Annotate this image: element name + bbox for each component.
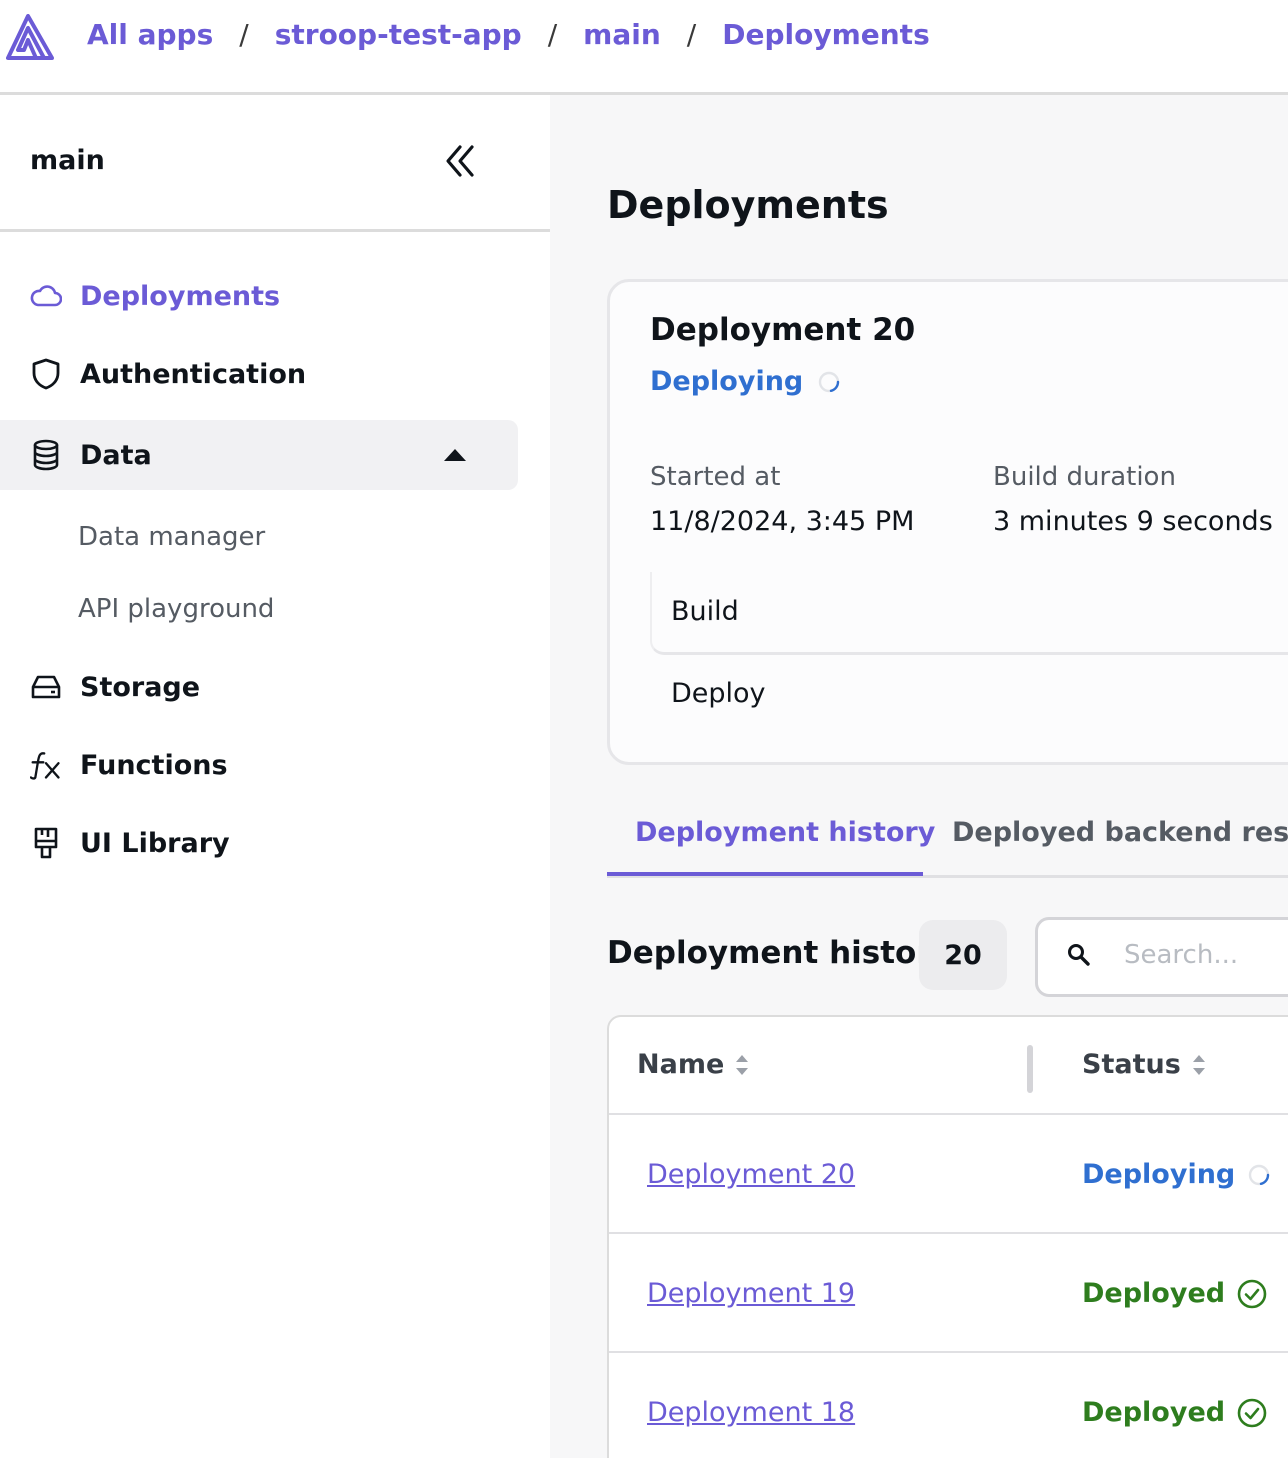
build-duration-value: 3 minutes 9 seconds [993,506,1273,537]
sidebar-item-ui-library[interactable]: UI Library [0,808,518,878]
sidebar-item-label: UI Library [80,827,230,859]
status-badge: Deploying [650,366,841,397]
sidebar-item-functions[interactable]: Functions [0,730,518,800]
check-circle-icon [1237,1398,1267,1427]
sidebar: main Deployments Authentication Data Dat… [0,95,550,1458]
column-header-label: Name [637,1049,725,1080]
status-badge: Deploying [1082,1159,1271,1190]
sidebar-item-label: Deployments [80,280,281,312]
tab-deployment-history[interactable]: Deployment history [635,817,935,848]
deployment-card: Deployment 20 Deploying Started at 11/8/… [607,279,1288,765]
sidebar-item-label: Data [80,439,152,471]
sidebar-item-label: Storage [80,671,201,703]
deployment-link[interactable]: Deployment 18 [647,1397,855,1428]
history-title: Deployment history [607,935,952,971]
column-resize-handle[interactable] [1027,1045,1033,1093]
row-divider [609,1113,1288,1115]
search-placeholder: Search... [1124,940,1239,970]
sidebar-item-authentication[interactable]: Authentication [0,339,518,409]
breadcrumb: All apps / stroop-test-app / main / Depl… [87,18,930,51]
sidebar-subitem-data-manager[interactable]: Data manager [78,522,265,552]
shield-icon [30,358,62,390]
sort-icon [736,1054,749,1075]
drive-icon [30,671,62,703]
status-label: Deploying [1082,1159,1236,1190]
status-badge: Deployed [1082,1278,1267,1309]
check-circle-icon [1237,1279,1267,1308]
active-tab-indicator [607,872,923,876]
collapse-sidebar-icon[interactable] [440,141,480,185]
spinner-icon [819,371,840,392]
tab-deployed-backend-resources[interactable]: Deployed backend resources [952,817,1288,848]
sidebar-header: main [0,95,550,232]
breadcrumb-all-apps[interactable]: All apps [87,18,213,51]
tab-bar: Deployment history Deployed backend reso… [607,795,1288,878]
sidebar-item-data[interactable]: Data [0,420,518,490]
status-label: Deployed [1082,1278,1226,1309]
deployments-table: Name Status Deployment 20 Deploying Depl… [607,1015,1288,1458]
status-label: Deployed [1082,1397,1226,1428]
main-content: Deployments Deployment 20 Deploying Star… [550,95,1288,1458]
search-icon [1066,942,1092,972]
row-divider [609,1351,1288,1353]
status-badge: Deployed [1082,1397,1267,1428]
top-bar: All apps / stroop-test-app / main / Depl… [0,0,1288,95]
sidebar-item-label: Authentication [80,358,307,390]
breadcrumb-branch[interactable]: main [583,18,661,51]
deployment-link[interactable]: Deployment 20 [647,1159,855,1190]
amplify-logo-icon[interactable] [6,14,54,64]
deployment-card-title: Deployment 20 [650,312,916,348]
page-title: Deployments [607,183,889,227]
breadcrumb-app[interactable]: stroop-test-app [275,18,522,51]
build-step-box [650,572,1288,655]
function-icon [30,749,62,781]
breadcrumb-separator: / [686,18,697,51]
column-header-name[interactable]: Name [637,1049,750,1080]
search-input[interactable]: Search... [1035,917,1288,997]
sidebar-item-storage[interactable]: Storage [0,652,518,722]
column-header-status[interactable]: Status [1082,1049,1207,1080]
sidebar-item-label: Functions [80,749,228,781]
breadcrumb-deployments[interactable]: Deployments [722,18,930,51]
spinner-icon [1249,1164,1270,1185]
caret-up-icon[interactable] [444,449,466,461]
breadcrumb-separator: / [547,18,558,51]
started-at-label: Started at [650,462,781,492]
sidebar-title: main [30,145,105,176]
column-header-label: Status [1082,1049,1181,1080]
deploy-step[interactable]: Deploy [671,678,766,709]
sidebar-subitem-api-playground[interactable]: API playground [78,594,274,624]
count-badge: 20 [919,920,1007,990]
database-icon [30,439,62,471]
cloud-icon [30,280,62,312]
sidebar-item-deployments[interactable]: Deployments [0,261,518,331]
row-divider [609,1232,1288,1234]
status-label: Deploying [650,366,804,397]
breadcrumb-separator: / [239,18,249,51]
build-step[interactable]: Build [671,596,739,627]
started-at-value: 11/8/2024, 3:45 PM [650,506,915,537]
build-duration-label: Build duration [993,462,1176,492]
ui-library-icon [30,827,62,859]
sort-icon [1192,1054,1205,1075]
deployment-link[interactable]: Deployment 19 [647,1278,855,1309]
